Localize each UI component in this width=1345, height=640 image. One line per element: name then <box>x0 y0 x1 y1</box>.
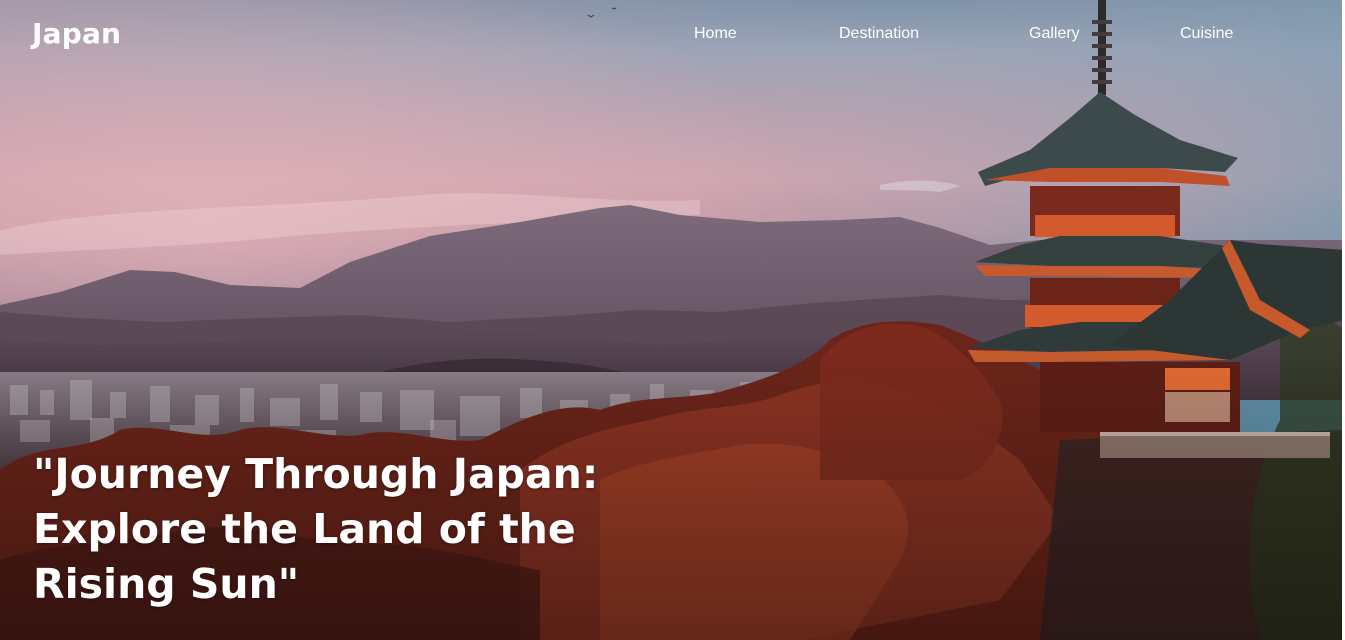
nav-link-destination[interactable]: Destination <box>839 25 919 43</box>
nav-link-cuisine[interactable]: Cuisine <box>1180 25 1233 43</box>
nav-link-gallery[interactable]: Gallery <box>1029 25 1080 43</box>
hero-section: Japan Home Destination Gallery Cuisine "… <box>0 0 1345 640</box>
hero-headline: "Journey Through Japan: Explore the Land… <box>33 450 599 608</box>
nav-link-home[interactable]: Home <box>694 25 737 43</box>
nav-links: Home Destination Gallery Cuisine <box>0 25 1345 45</box>
top-navigation: Japan Home Destination Gallery Cuisine <box>0 0 1345 70</box>
